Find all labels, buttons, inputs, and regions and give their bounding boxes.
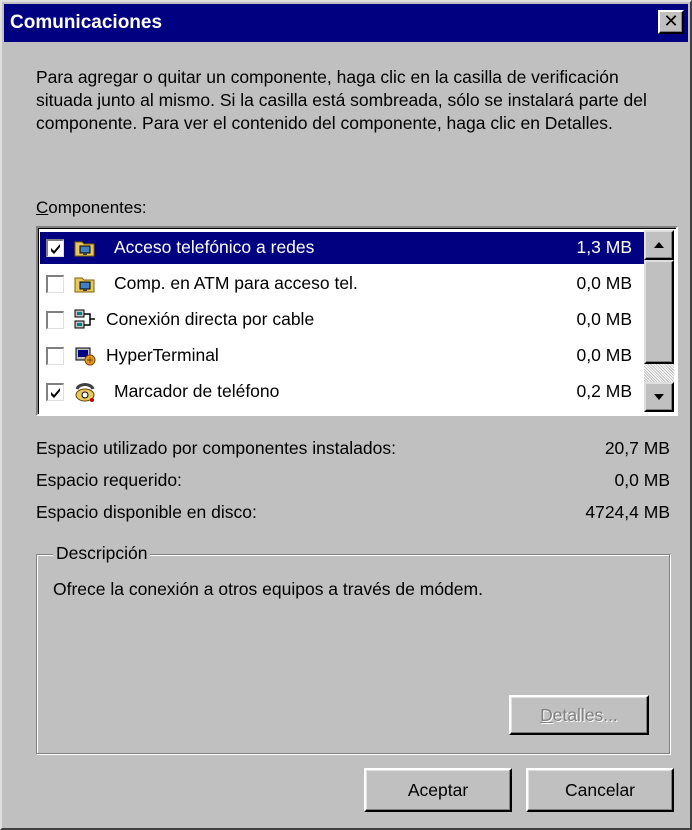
space-available-label: Espacio disponible en disco:	[36, 502, 257, 522]
scroll-down-button[interactable]	[644, 382, 674, 412]
space-required-value: 0,0 MB	[614, 470, 670, 490]
component-size: 1,3 MB	[576, 237, 632, 257]
hyperterminal-icon	[75, 347, 96, 366]
space-available-value: 4724,4 MB	[585, 502, 670, 522]
computers-icon	[74, 309, 95, 329]
component-row-acceso-telefonico[interactable]: Acceso telefónico a redes 1,3 MB	[40, 232, 644, 264]
space-used-label: Espacio utilizado por componentes instal…	[36, 438, 396, 458]
scroll-thumb[interactable]	[644, 260, 674, 364]
title-bar[interactable]: Comunicaciones ✕	[4, 4, 688, 42]
ok-label: Aceptar	[407, 780, 469, 800]
space-required-row: Espacio requerido: 0,0 MB	[36, 470, 670, 494]
component-checkbox[interactable]	[46, 383, 64, 401]
component-checkbox[interactable]	[46, 275, 64, 293]
arrow-up-icon	[654, 242, 664, 248]
close-icon: ✕	[663, 11, 679, 31]
component-size: 0,0 MB	[576, 309, 632, 329]
cancel-button[interactable]: Cancelar	[526, 768, 674, 812]
space-used-row: Espacio utilizado por componentes instal…	[36, 438, 670, 462]
components-label-accel: C	[36, 198, 49, 217]
component-size: 0,0 MB	[576, 345, 632, 365]
intro-text: Para agregar o quitar un componente, hag…	[36, 67, 647, 133]
components-label-rest: omponentes:	[48, 198, 147, 217]
component-size: 0,2 MB	[576, 381, 632, 401]
close-button[interactable]: ✕	[658, 10, 684, 34]
details-label: etalles...	[552, 705, 618, 725]
component-row-comp-atm[interactable]: Comp. en ATM para acceso tel. 0,0 MB	[40, 268, 644, 300]
window-title: Comunicaciones	[10, 12, 163, 33]
component-label: Acceso telefónico a redes	[114, 237, 315, 257]
component-row-hyperterminal[interactable]: HyperTerminal 0,0 MB	[40, 340, 644, 372]
cancel-label: Cancelar	[564, 780, 636, 800]
details-accel: D	[540, 705, 553, 725]
description-legend: Descripción	[53, 543, 151, 564]
network-folder-icon	[74, 241, 95, 257]
details-button[interactable]: Detalles...	[509, 695, 649, 735]
description-text: Ofrece la conexión a otros equipos a tra…	[53, 579, 483, 599]
component-row-conexion-directa[interactable]: Conexión directa por cable 0,0 MB	[40, 304, 644, 336]
component-label: HyperTerminal	[106, 345, 219, 365]
checkmark-icon	[51, 244, 60, 254]
components-label: Componentes:	[36, 198, 147, 218]
component-label: Marcador de teléfono	[114, 381, 280, 401]
component-checkbox[interactable]	[46, 239, 64, 257]
space-used-value: 20,7 MB	[604, 438, 670, 458]
component-row-marcador[interactable]: Marcador de teléfono 0,2 MB	[40, 376, 644, 408]
components-list[interactable]: Acceso telefónico a redes 1,3 MB Comp. e…	[36, 226, 678, 416]
arrow-down-icon	[654, 394, 664, 400]
dialog-window: Comunicaciones ✕ Para agregar o quitar u…	[0, 0, 692, 830]
vertical-scrollbar[interactable]	[644, 230, 674, 412]
scroll-up-button[interactable]	[644, 230, 674, 260]
component-label: Conexión directa por cable	[106, 309, 315, 329]
component-label: Comp. en ATM para acceso tel.	[114, 273, 358, 293]
network-folder-icon	[74, 277, 95, 293]
ok-button[interactable]: Aceptar	[364, 768, 512, 812]
space-available-row: Espacio disponible en disco: 4724,4 MB	[36, 502, 670, 526]
component-size: 0,0 MB	[576, 273, 632, 293]
checkmark-icon	[51, 388, 60, 398]
description-group: Descripción Ofrece la conexión a otros e…	[36, 543, 670, 754]
phone-dialer-icon	[75, 383, 95, 402]
component-checkbox[interactable]	[46, 311, 64, 329]
component-checkbox[interactable]	[46, 347, 64, 365]
space-required-label: Espacio requerido:	[36, 470, 182, 490]
